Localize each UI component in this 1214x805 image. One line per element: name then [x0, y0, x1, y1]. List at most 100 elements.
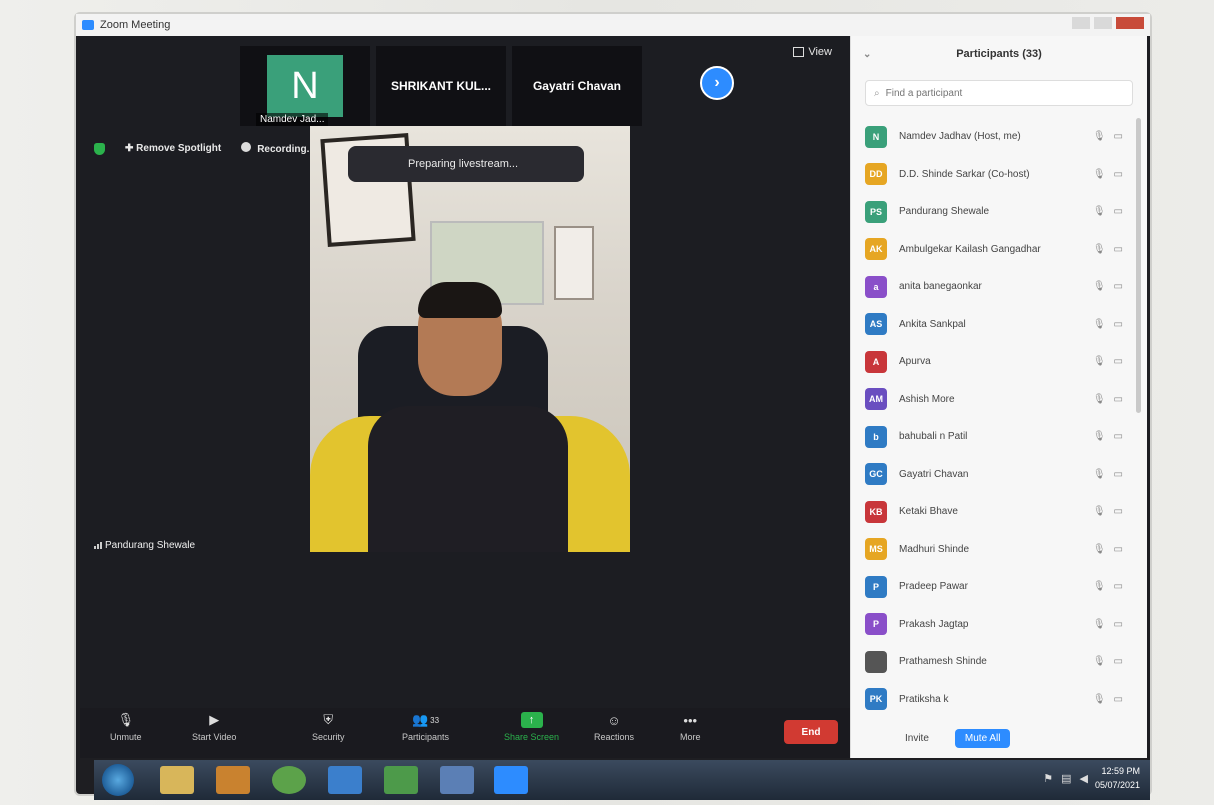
reactions-icon: ☺ — [607, 712, 621, 728]
participant-avatar: PK — [865, 688, 887, 711]
collapse-chevron-icon[interactable]: ⌄ — [863, 49, 871, 60]
participant-status-icons: 🎙 ▭ — [1093, 394, 1123, 405]
video-off-icon: ▭ — [1113, 693, 1123, 705]
taskbar-explorer-icon[interactable] — [160, 766, 194, 794]
participant-avatar: PS — [865, 200, 887, 223]
start-video-button[interactable]: ▶ Start Video — [192, 712, 236, 742]
recording-label: Recording... — [257, 144, 315, 155]
participant-tile-shrikant[interactable]: SHRIKANT KUL... — [376, 46, 506, 126]
participant-row[interactable]: b bahubali n Patil 🎙 ▭ — [851, 418, 1147, 456]
participant-name: Prakash Jagtap — [899, 618, 969, 630]
more-button[interactable]: ••• More — [680, 712, 701, 743]
video-off-icon: ▭ — [1113, 168, 1123, 180]
muted-mic-icon: 🎙 — [1092, 281, 1106, 293]
unmute-button[interactable]: 🎙 Unmute — [110, 712, 142, 742]
mute-all-button[interactable]: Mute All — [954, 728, 1011, 748]
video-off-icon: ▭ — [1113, 318, 1123, 330]
participant-status-icons: 🎙 ▭ — [1093, 281, 1123, 292]
reactions-button[interactable]: ☺ Reactions — [594, 712, 635, 743]
muted-mic-icon: 🎙 — [1092, 506, 1106, 518]
shield-icon: ⛨ — [323, 712, 334, 727]
participant-row[interactable]: PS Pandurang Shewale 🎙 ▭ — [851, 193, 1147, 231]
video-off-icon: ▭ — [1113, 506, 1123, 518]
participant-name: anita banegaonkar — [899, 281, 982, 293]
video-off-icon: ▭ — [1113, 356, 1123, 368]
participant-row[interactable]: AS Ankita Sankpal 🎙 ▭ — [851, 306, 1147, 344]
taskbar-zoom-icon[interactable] — [494, 766, 528, 794]
minimize-button[interactable] — [1072, 17, 1090, 29]
participant-row[interactable]: Prathamesh Shinde 🎙 ▭ — [851, 643, 1147, 681]
participant-name: Ketaki Bhave — [899, 506, 958, 518]
start-button[interactable] — [102, 764, 134, 796]
start-video-label: Start Video — [192, 732, 237, 742]
participant-row[interactable]: PK Pratiksha k 🎙 ▭ — [851, 681, 1147, 719]
participant-tile-namdev[interactable]: N Namdev Jad... — [240, 46, 370, 126]
speaker-hair — [418, 282, 502, 318]
video-off-icon: ▭ — [1113, 468, 1123, 480]
video-off-icon: ▭ — [1113, 543, 1123, 555]
reactions-label: Reactions — [594, 732, 635, 742]
flag-icon[interactable]: ⚑ — [1043, 772, 1053, 785]
video-off-icon: ▭ — [1113, 131, 1123, 143]
participant-status-icons: 🎙 ▭ — [1093, 544, 1123, 555]
maximize-button[interactable] — [1094, 17, 1112, 29]
participant-row[interactable]: a anita banegaonkar 🎙 ▭ — [851, 268, 1147, 306]
recording-indicator[interactable]: Recording... — [241, 142, 315, 155]
participant-status-icons: 🎙 ▭ — [1093, 506, 1123, 517]
taskbar-media-icon[interactable] — [216, 766, 250, 794]
participant-status-icons: 🎙 ▭ — [1093, 431, 1123, 442]
volume-icon[interactable]: ◀ — [1080, 772, 1088, 785]
avatar: N — [267, 55, 343, 117]
participants-button[interactable]: 👥 33 Participants — [402, 712, 449, 742]
participant-row[interactable]: MS Madhuri Shinde 🎙 ▭ — [851, 531, 1147, 569]
end-meeting-button[interactable]: End — [784, 720, 838, 744]
video-off-icon: ▶ — [209, 712, 220, 727]
gallery-strip: N Namdev Jad... SHRIKANT KUL... Gayatri … — [240, 46, 642, 126]
participants-icon: 👥 33 — [411, 712, 440, 727]
share-screen-button[interactable]: ↑ Share Screen — [504, 712, 559, 742]
taskbar-ie-icon[interactable] — [328, 766, 362, 794]
network-icon[interactable]: ▤ — [1061, 772, 1071, 785]
participant-status-icons: 🎙 ▭ — [1093, 581, 1123, 592]
close-button[interactable] — [1116, 17, 1144, 29]
muted-mic-icon: 🎙 — [1092, 168, 1106, 180]
participant-row[interactable]: P Prakash Jagtap 🎙 ▭ — [851, 606, 1147, 644]
taskbar-clock[interactable]: 12:59 PM 05/07/2021 — [1095, 764, 1140, 792]
video-off-icon: ▭ — [1113, 243, 1123, 255]
participant-search[interactable]: ⌕ — [865, 80, 1133, 106]
taskbar-app-icon[interactable] — [440, 766, 474, 794]
invite-button[interactable]: Invite — [905, 733, 929, 744]
participant-row[interactable]: N Namdev Jadhav (Host, me) 🎙 ▭ — [851, 118, 1147, 156]
security-button[interactable]: ⛨ Security — [312, 712, 345, 742]
participant-row[interactable]: KB Ketaki Bhave 🎙 ▭ — [851, 493, 1147, 531]
muted-mic-icon: 🎙 — [1092, 393, 1106, 405]
participant-status-icons: 🎙 ▭ — [1093, 319, 1123, 330]
record-dot-icon — [241, 142, 252, 152]
muted-mic-icon: 🎙 — [1092, 356, 1106, 368]
participant-avatar: P — [865, 575, 887, 598]
participant-avatar — [865, 650, 887, 673]
muted-mic-icon: 🎙 — [1092, 618, 1106, 630]
participant-search-input[interactable] — [883, 86, 1088, 100]
muted-mic-icon: 🎙 — [1092, 206, 1106, 218]
participant-tile-gayatri[interactable]: Gayatri Chavan — [512, 46, 642, 126]
view-button[interactable]: View — [793, 46, 832, 58]
windows-taskbar: ⚑ ▤ ◀ 12:59 PM 05/07/2021 — [94, 760, 1150, 800]
next-page-arrow-icon[interactable]: › — [700, 66, 734, 100]
participant-row[interactable]: A Apurva 🎙 ▭ — [851, 343, 1147, 381]
video-off-icon: ▭ — [1113, 431, 1123, 443]
video-off-icon: ▭ — [1113, 618, 1123, 630]
participant-row[interactable]: AK Ambulgekar Kailash Gangadhar 🎙 ▭ — [851, 231, 1147, 269]
participant-row[interactable]: DD D.D. Shinde Sarkar (Co-host) 🎙 ▭ — [851, 156, 1147, 194]
participant-row[interactable]: GC Gayatri Chavan 🎙 ▭ — [851, 456, 1147, 494]
taskbar-excel-icon[interactable] — [384, 766, 418, 794]
tile-name-label: Namdev Jad... — [256, 113, 329, 126]
participant-name: Pradeep Pawar — [899, 581, 968, 593]
participant-avatar: KB — [865, 500, 887, 523]
participant-row[interactable]: P Pradeep Pawar 🎙 ▭ — [851, 568, 1147, 606]
participant-row[interactable]: AM Ashish More 🎙 ▭ — [851, 381, 1147, 419]
share-screen-icon: ↑ — [520, 712, 543, 728]
taskbar-chrome-icon[interactable] — [272, 766, 306, 794]
participant-list-scrollbar[interactable] — [1136, 118, 1141, 413]
remove-spotlight-button[interactable]: ✚ Remove Spotlight — [125, 143, 221, 154]
